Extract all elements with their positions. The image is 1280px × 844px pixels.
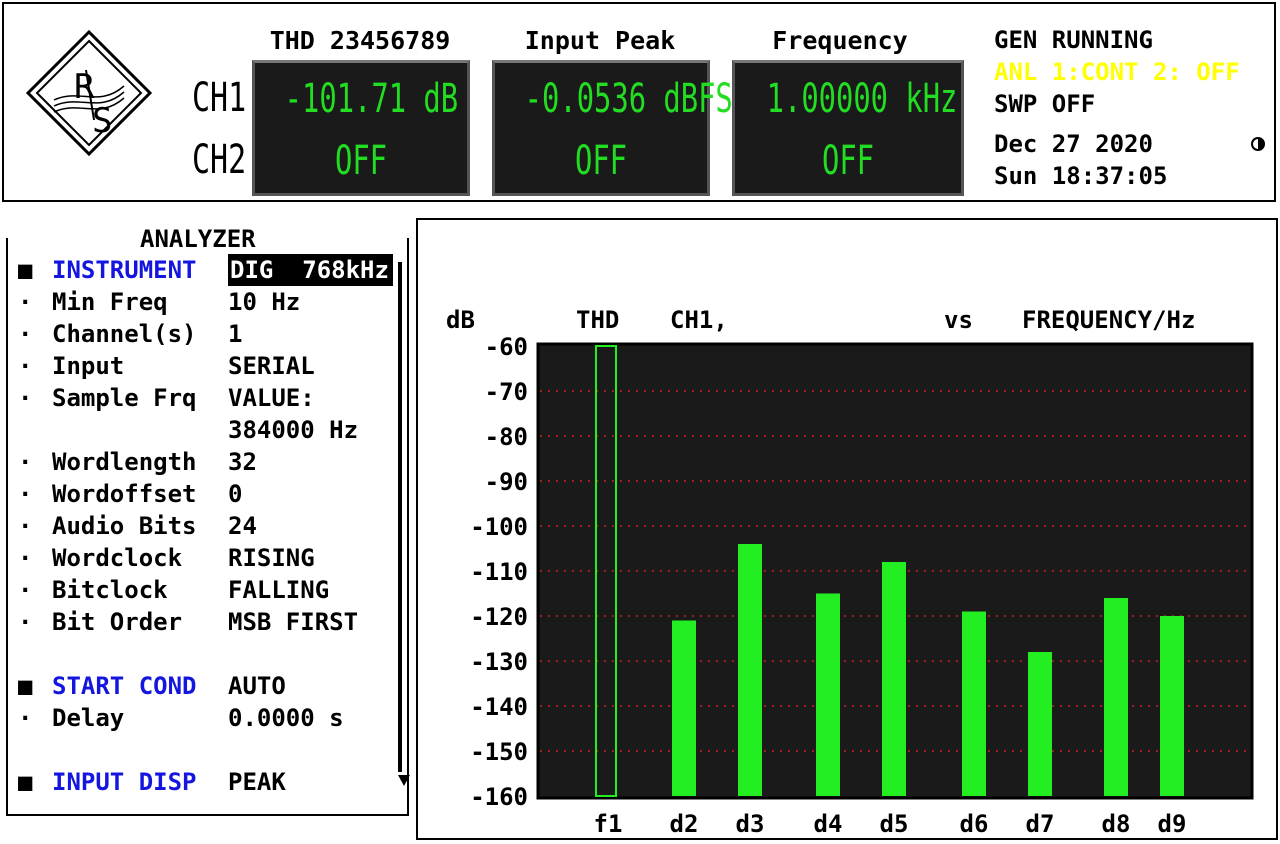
bar-harmonic [1160,616,1184,796]
row-label: INSTRUMENT [52,256,197,284]
row-value[interactable]: DIG 768kHz [228,254,393,286]
row-label: Wordoffset [52,480,197,508]
row-marker: · [18,512,33,540]
frequency-title: Frequency [772,26,908,55]
row-marker: · [18,704,33,732]
row-label: Min Freq [52,288,168,316]
sweep-status: SWP OFF [994,90,1096,118]
frequency-ch1-value: 1.00000 kHz [766,76,958,122]
row-label: Bitclock [52,576,168,604]
half-circle-icon [1251,137,1265,151]
svg-text:S: S [92,101,112,141]
bar-harmonic [816,593,840,796]
y-tick-label: -60 [485,333,528,361]
row-marker: · [18,608,33,636]
row-label: INPUT DISP [52,768,197,796]
x-tick-label: d7 [1026,810,1055,838]
row-marker: ■ [18,256,33,284]
row-label: START COND [52,672,197,700]
row-label: Bit Order [52,608,183,636]
y-tick-label: -130 [470,648,528,676]
row-marker: · [18,320,33,348]
row-label: Input [52,352,125,380]
y-tick-label: -160 [470,783,528,811]
row-marker: · [18,448,33,476]
thd-title: THD 23456789 [269,26,451,55]
row-label: Channel(s) [52,320,197,348]
x-tick-label: f1 [594,810,623,838]
row-value[interactable]: FALLING [228,574,329,606]
row-value[interactable]: AUTO [228,670,286,702]
row-value[interactable]: 384000 Hz [228,414,358,446]
frequency-display[interactable]: 1.00000 kHz OFF [732,60,964,196]
row-value[interactable]: 0 [228,478,242,510]
y-tick-label: -120 [470,603,528,631]
thd-bar-chart: -60 -70 -80 -90 -100 -110 -120 -130 -140 -150 -160… [470,333,1254,838]
x-tick-label: d4 [814,810,843,838]
frequency-ch2-value: OFF [821,138,875,184]
x-tick-label: d9 [1158,810,1187,838]
row-value[interactable]: 10 Hz [228,286,300,318]
row-label: Wordclock [52,544,183,572]
bar-harmonic [1028,652,1052,796]
thd-display[interactable]: -101.71 dB OFF [252,60,470,196]
row-marker: · [18,480,33,508]
row-value[interactable]: 32 [228,446,257,478]
status-header: R S CH1 CH2 THD 23456789 -101.71 dB OFF … [2,2,1276,202]
bar-harmonic [882,562,906,796]
time-display: Sun 18:37:05 [994,162,1168,190]
row-label: Delay [52,704,125,732]
x-tick-label: d6 [960,810,989,838]
row-marker: · [18,544,33,572]
row-value[interactable]: VALUE: [228,382,315,414]
row-label: Sample Frq [52,384,197,412]
row-marker: · [18,576,33,604]
scroll-down-arrow-icon[interactable] [396,772,412,788]
row-marker: · [18,384,33,412]
anl-status: ANL 1:CONT 2: OFF [994,58,1240,86]
panel-title: ANALYZER [130,224,266,254]
bar-harmonic [738,544,762,796]
input-peak-title: Input Peak [524,26,676,55]
ch1-label: CH1 [192,75,247,121]
row-marker: ■ [18,768,33,796]
input-peak-display[interactable]: -0.0536 dBFS OFF [492,60,733,196]
panel-scrollbar[interactable] [398,262,402,772]
x-tick-label: d8 [1102,810,1131,838]
row-value[interactable]: PEAK [228,766,286,798]
row-marker: · [18,352,33,380]
row-value[interactable]: 24 [228,510,257,542]
input-peak-ch2-value: OFF [574,138,628,184]
x-tick-label: d3 [736,810,765,838]
row-label: Audio Bits [52,512,197,540]
rohde-schwarz-logo: R S [25,29,153,157]
date-display: Dec 27 2020 [994,130,1153,158]
row-value[interactable]: RISING [228,542,315,574]
x-tick-label: d2 [670,810,699,838]
gen-status: GEN RUNNING [994,26,1153,54]
bar-harmonic [672,620,696,796]
row-marker: ■ [18,672,33,700]
bar-harmonic [1104,598,1128,796]
thd-ch1-value: -101.71 dB [284,76,459,122]
row-marker: · [18,288,33,316]
row-value[interactable]: MSB FIRST [228,606,358,638]
row-label: Wordlength [52,448,197,476]
row-value[interactable]: 1 [228,318,242,350]
thd-ch2-value: OFF [334,138,388,184]
y-tick-label: -80 [485,423,528,451]
y-tick-label: -140 [470,693,528,721]
x-tick-label: d5 [880,810,909,838]
bar-harmonic [962,611,986,796]
row-value[interactable]: 0.0000 s [228,702,344,734]
y-tick-label: -90 [485,468,528,496]
y-tick-label: -70 [485,378,528,406]
ch2-label: CH2 [192,137,247,183]
y-tick-label: -110 [470,558,528,586]
row-value[interactable]: SERIAL [228,350,315,382]
y-tick-label: -100 [470,513,528,541]
y-tick-label: -150 [470,738,528,766]
input-peak-ch1-value: -0.0536 dBFS [524,76,733,122]
